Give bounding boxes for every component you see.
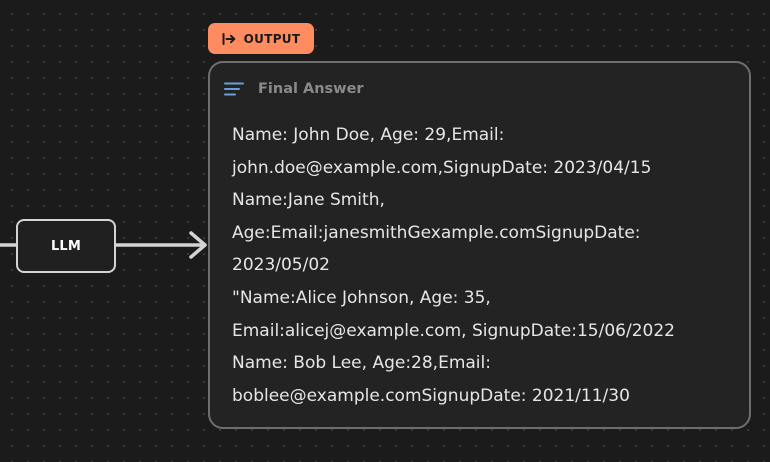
card-header: Final Answer bbox=[224, 81, 364, 97]
card-title: Final Answer bbox=[258, 81, 364, 97]
answer-line: Name: Bob Lee, Age:28,Email: bbox=[232, 353, 491, 374]
arrow-to-bar-icon bbox=[222, 32, 236, 45]
answer-line: 2023/05/02 bbox=[232, 255, 330, 276]
workflow-canvas[interactable]: LLM OUTPUT Final Answer Name: John Doe, … bbox=[0, 0, 770, 462]
answer-line: Name:Jane Smith, bbox=[232, 190, 385, 211]
answer-line: boblee@example.comSignupDate: 2021/11/30 bbox=[232, 385, 630, 406]
output-badge-label: OUTPUT bbox=[243, 31, 301, 46]
answer-text: Name: John Doe, Age: 29,Email: john.doe@… bbox=[232, 119, 737, 412]
answer-line: john.doe@example.com,SignupDate: 2023/04… bbox=[232, 157, 652, 178]
answer-line: Name: John Doe, Age: 29,Email: bbox=[232, 125, 505, 145]
llm-node[interactable]: LLM bbox=[16, 219, 116, 273]
final-answer-card[interactable]: Final Answer Name: John Doe, Age: 29,Ema… bbox=[208, 61, 751, 429]
answer-line: Age:Email:janesmithGexample.comSignupDat… bbox=[232, 222, 641, 243]
output-badge[interactable]: OUTPUT bbox=[208, 23, 314, 54]
answer-line: "Name:Alice Johnson, Age: 35, bbox=[232, 287, 491, 308]
llm-node-label: LLM bbox=[50, 238, 82, 254]
lines-left-align-icon bbox=[224, 82, 244, 96]
answer-line: Email:alicej@example.com, SignupDate:15/… bbox=[232, 320, 675, 341]
